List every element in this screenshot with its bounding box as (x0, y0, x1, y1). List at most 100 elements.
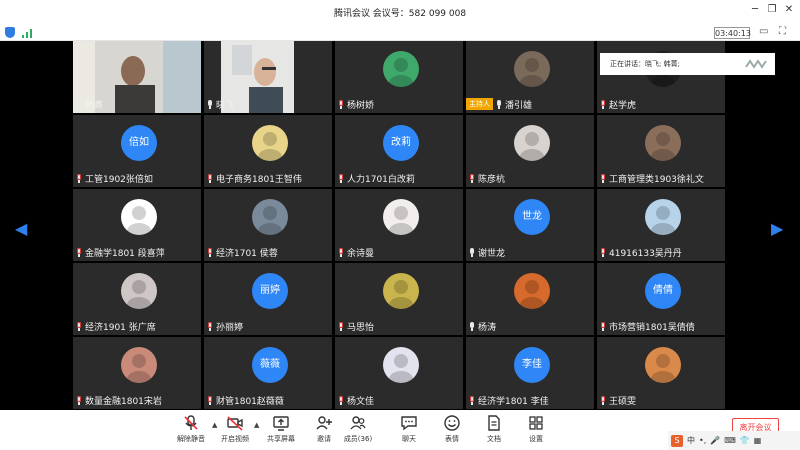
participant-tile[interactable]: 韩菁 (73, 41, 201, 113)
settings-button[interactable]: 设置 (514, 414, 558, 444)
participant-name: 杨树娇 (347, 100, 375, 111)
start-video-button[interactable]: 开启视频 (213, 414, 257, 444)
participant-name: 经济1901 张广席 (85, 322, 156, 333)
microphone-icon (207, 99, 213, 109)
participant-name: 财管1801赵薇薇 (216, 396, 284, 407)
participant-tile[interactable]: 马思怡 (335, 263, 463, 335)
participant-name: 晓飞 (216, 100, 235, 111)
ime-mode-label[interactable]: 中 (687, 435, 695, 446)
participant-name: 经济学1801 李佳 (478, 396, 549, 407)
layout-icon[interactable]: ▭ (759, 26, 768, 37)
chat-button[interactable]: 聊天 (387, 414, 431, 444)
participant-tile[interactable]: 余诗曼 (335, 189, 463, 261)
participant-tile[interactable]: 改莉 人力1701白改莉 (335, 115, 463, 187)
speaking-text: 正在讲话：晓飞; 韩菁; (610, 60, 680, 68)
window-title: 腾讯会议 会议号：582 099 008 (333, 9, 467, 19)
documents-label: 文档 (487, 435, 501, 443)
participant-nameplate: 数量金融1801宋岩 (76, 393, 162, 407)
participant-name: 人力1701白改莉 (347, 174, 415, 185)
documents-button[interactable]: 文档 (472, 414, 516, 444)
camera-off-icon (227, 416, 243, 431)
security-shield-icon[interactable] (5, 27, 15, 38)
microphone-muted-icon (76, 247, 82, 257)
microphone-muted-icon (600, 99, 606, 109)
participant-name: 41916133吴丹丹 (609, 248, 682, 259)
participant-name: 余诗曼 (347, 248, 375, 259)
prev-page-arrow-icon[interactable]: ◀ (15, 219, 27, 238)
avatar-initials: 丽婷 (252, 273, 288, 309)
participant-nameplate: 工管1902张倍如 (76, 171, 153, 185)
participant-tile[interactable]: 赵学虎 (597, 41, 725, 113)
avatar (645, 125, 681, 161)
participant-name: 孙丽婷 (216, 322, 244, 333)
participant-tile[interactable]: 电子商务1801王智伟 (204, 115, 332, 187)
participant-tile[interactable]: 数量金融1801宋岩 (73, 337, 201, 409)
microphone-muted-icon (600, 321, 606, 331)
participant-nameplate: 41916133吴丹丹 (600, 245, 682, 259)
participant-tile[interactable]: 倍如工管1902张倍如 (73, 115, 201, 187)
participant-nameplate: 主持人 潘引雄 (466, 97, 532, 111)
participant-tile[interactable]: 杨文佳 (335, 337, 463, 409)
microphone-muted-icon (338, 99, 344, 109)
participant-tile[interactable]: 杨树娇 (335, 41, 463, 113)
participant-name: 陈彦杭 (478, 174, 506, 185)
restore-icon[interactable]: ❐ (764, 4, 780, 15)
microphone-muted-icon (207, 321, 213, 331)
participant-nameplate: 谢世龙 (469, 245, 505, 259)
ime-microphone-icon[interactable]: 🎤 (710, 436, 720, 445)
microphone-muted-icon (338, 247, 344, 257)
host-badge: 主持人 (466, 98, 493, 110)
title-bar: 腾讯会议 会议号：582 099 008 ─ ❐ ✕ (0, 0, 800, 25)
participant-nameplate: 杨树娇 (338, 97, 374, 111)
avatar (514, 51, 550, 87)
participant-tile[interactable]: 倩倩 市场营销1801吴倩倩 (597, 263, 725, 335)
emoji-icon (444, 415, 460, 431)
participant-tile[interactable]: 杨涛 (466, 263, 594, 335)
unmute-button[interactable]: 解除静音 (169, 414, 213, 444)
participant-tile[interactable]: 41916133吴丹丹 (597, 189, 725, 261)
start-video-label: 开启视频 (221, 435, 249, 443)
participant-nameplate: 经济1701 侯蓉 (207, 245, 278, 259)
participant-name: 王硕雯 (609, 396, 637, 407)
emoji-button[interactable]: 表情 (430, 414, 474, 444)
microphone-muted-icon (338, 395, 344, 405)
participant-tile[interactable]: 薇薇财管1801赵薇薇 (204, 337, 332, 409)
avatar-initials: 薇薇 (252, 347, 288, 383)
chat-label: 聊天 (402, 435, 416, 443)
participant-tile[interactable]: 金融学1801 段喜萍 (73, 189, 201, 261)
participant-nameplate: 孙丽婷 (207, 319, 243, 333)
participant-tile[interactable]: 世龙 谢世龙 (466, 189, 594, 261)
avatar (252, 199, 288, 235)
participant-tile[interactable]: 陈彦杭 (466, 115, 594, 187)
next-page-arrow-icon[interactable]: ▶ (771, 219, 783, 238)
participant-tile[interactable]: 晓飞 (204, 41, 332, 113)
participant-nameplate: 经济学1801 李佳 (469, 393, 549, 407)
ime-punctuation-icon[interactable]: •, (699, 436, 706, 445)
ime-tools-icon[interactable]: ▦ (754, 436, 762, 445)
ime-keyboard-icon[interactable]: ⌨ (724, 436, 736, 445)
close-icon[interactable]: ✕ (781, 4, 797, 15)
participant-tile[interactable]: 王硕雯 (597, 337, 725, 409)
microphone-icon (469, 321, 475, 331)
participant-tile[interactable]: 丽婷孙丽婷 (204, 263, 332, 335)
video-grid: ◀ ▶ 韩菁 晓飞 杨树娇 主持人 潘引雄 赵学虎 倍如 工管1902张倍如 电子商务1801王… (0, 41, 800, 410)
participant-tile[interactable]: 李佳 经济学1801 李佳 (466, 337, 594, 409)
fullscreen-icon[interactable]: ⛶ (779, 26, 786, 37)
participant-tile[interactable]: 经济1701 侯蓉 (204, 189, 332, 261)
avatar (514, 273, 550, 309)
share-screen-button[interactable]: 共享屏幕 (259, 414, 303, 444)
participant-tile[interactable]: 经济1901 张广席 (73, 263, 201, 335)
avatar (121, 347, 157, 383)
participant-tile[interactable]: 工商管理类1903徐礼文 (597, 115, 725, 187)
microphone-muted-icon (76, 321, 82, 331)
minimize-icon[interactable]: ─ (747, 4, 763, 15)
ime-skin-icon[interactable]: 👕 (740, 436, 750, 445)
participant-name: 电子商务1801王智伟 (216, 174, 302, 185)
avatar (514, 125, 550, 161)
participant-name: 赵学虎 (609, 100, 637, 111)
microphone-icon (496, 99, 502, 109)
avatar-initials: 倍如 (121, 125, 157, 161)
participant-tile[interactable]: 主持人 潘引雄 (466, 41, 594, 113)
sogou-ime-icon[interactable]: S (671, 434, 683, 447)
members-button[interactable]: 成员(36) (336, 414, 380, 444)
